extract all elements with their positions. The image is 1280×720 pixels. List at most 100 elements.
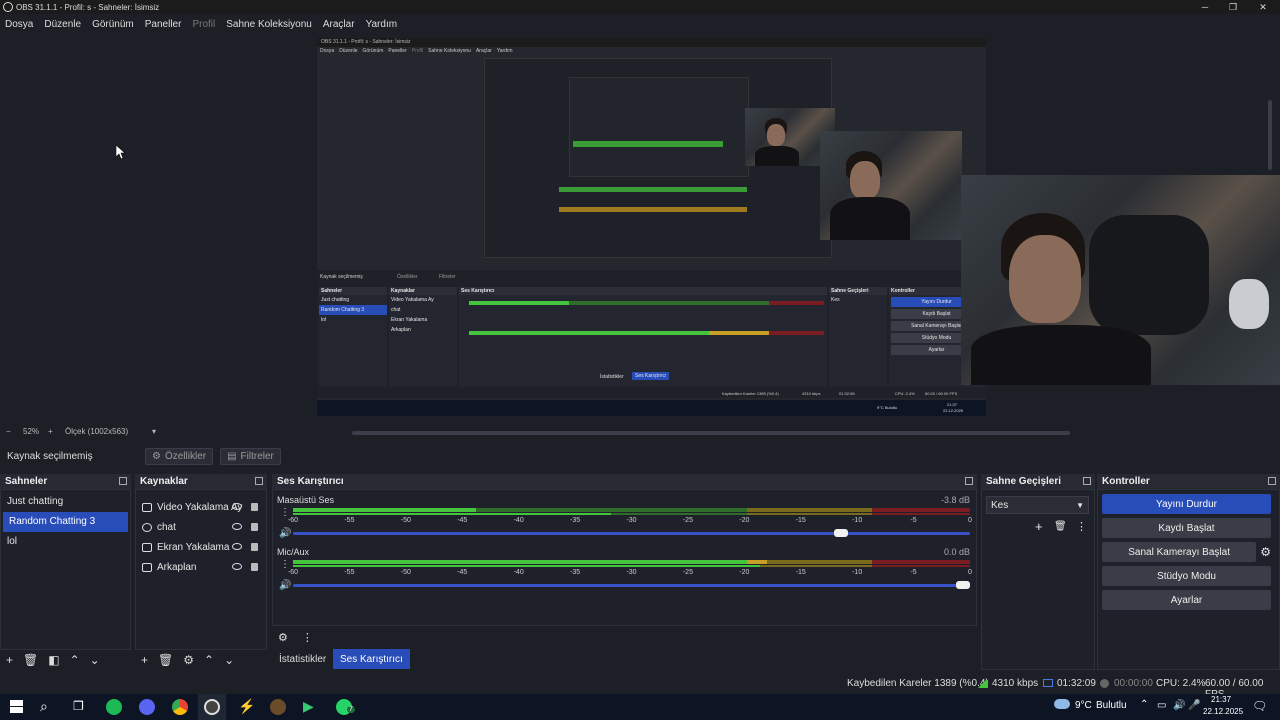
volume-icon[interactable]: 🔊 xyxy=(1173,700,1185,711)
volume-slider[interactable] xyxy=(293,529,970,537)
move-up-icon[interactable]: ⌃ xyxy=(70,653,80,667)
preview-scrollbar[interactable] xyxy=(352,431,1070,435)
advanced-audio-icon[interactable]: ⚙ xyxy=(278,631,288,644)
bitrate: 4310 kbps xyxy=(992,678,1039,689)
start-recording-button[interactable]: Kaydı Başlat xyxy=(1102,518,1271,538)
scene-filters-icon[interactable]: ◧ xyxy=(48,653,59,667)
meter-tick-label: -35 xyxy=(570,517,581,524)
scale-dropdown-icon[interactable]: ▾ xyxy=(152,427,156,436)
virtual-camera-settings-icon[interactable]: ⚙ xyxy=(1260,545,1271,559)
scene-transitions-dock: Sahne Geçişleri Kes ▼ + 🗑 ⋮ xyxy=(981,474,1095,670)
remove-scene-icon[interactable]: 🗑 xyxy=(23,653,38,667)
task-view-icon[interactable]: ❐ xyxy=(73,699,84,713)
menu-view[interactable]: Görünüm xyxy=(92,19,134,30)
lock-icon[interactable] xyxy=(251,563,258,571)
weather-temp[interactable]: 9°C xyxy=(1075,700,1092,711)
network-icon[interactable]: ▭ xyxy=(1157,700,1166,711)
undock-icon[interactable] xyxy=(1268,477,1276,485)
app-icon[interactable] xyxy=(270,699,286,715)
tab-stats[interactable]: İstatistikler xyxy=(272,649,333,669)
minimize-button[interactable]: ─ xyxy=(1190,0,1220,14)
visibility-eye-icon[interactable] xyxy=(232,543,242,550)
windows-start-icon[interactable] xyxy=(10,700,23,713)
volume-slider-knob[interactable] xyxy=(834,529,849,537)
search-icon[interactable]: ⌕ xyxy=(40,698,48,715)
source-item[interactable]: Video Yakalama Ay xyxy=(136,497,266,517)
volume-slider[interactable] xyxy=(293,581,970,589)
lock-icon[interactable] xyxy=(251,503,258,511)
filters-button[interactable]: ▤ Filtreler xyxy=(220,447,281,465)
studio-mode-button[interactable]: Stüdyo Modu xyxy=(1102,566,1271,586)
menu-edit[interactable]: Düzenle xyxy=(44,19,81,30)
clock-time[interactable]: 21:37 xyxy=(1211,695,1231,704)
weather-cloud-icon[interactable] xyxy=(1054,699,1070,709)
transition-menu-icon[interactable]: ⋮ xyxy=(1076,520,1087,533)
menu-docks[interactable]: Paneller xyxy=(145,19,182,30)
source-item[interactable]: Arkaplan xyxy=(136,557,266,577)
zoom-out-button[interactable]: − xyxy=(6,427,11,436)
scene-item[interactable]: lol xyxy=(1,532,130,552)
menu-scene-collection[interactable]: Sahne Koleksiyonu xyxy=(226,19,312,30)
lock-icon[interactable] xyxy=(251,543,258,551)
source-item[interactable]: chat xyxy=(136,517,266,537)
maximize-button[interactable]: ❐ xyxy=(1218,0,1248,14)
visibility-eye-icon[interactable] xyxy=(232,523,242,530)
add-source-icon[interactable]: + xyxy=(141,653,148,667)
remove-source-icon[interactable]: 🗑 xyxy=(158,653,173,667)
source-item[interactable]: Ekran Yakalama xyxy=(136,537,266,557)
chrome-icon[interactable] xyxy=(172,699,188,715)
speaker-icon[interactable]: 🔊 xyxy=(279,580,291,591)
menu-tools[interactable]: Araçlar xyxy=(323,19,355,30)
scene-item-selected[interactable]: Random Chatting 3 xyxy=(3,512,128,532)
add-scene-icon[interactable]: + xyxy=(6,653,13,667)
volume-slider-knob[interactable] xyxy=(956,581,970,589)
scenes-list: Just chatting Random Chatting 3 lol xyxy=(0,489,131,650)
stop-streaming-button[interactable]: Yayını Durdur xyxy=(1102,494,1271,514)
move-down-icon[interactable]: ⌄ xyxy=(224,653,234,667)
start-virtual-camera-button[interactable]: Sanal Kamerayı Başlat xyxy=(1102,542,1257,562)
tab-audio-mixer[interactable]: Ses Karıştırıcı xyxy=(333,649,410,669)
undock-icon[interactable] xyxy=(119,477,127,485)
zoom-percent: 52% xyxy=(23,427,40,436)
move-up-icon[interactable]: ⌃ xyxy=(204,653,214,667)
settings-button[interactable]: Ayarlar xyxy=(1102,590,1271,610)
sources-toolbar: + 🗑 ⚙ ⌃ ⌄ xyxy=(135,650,267,670)
zoom-in-button[interactable]: + xyxy=(48,427,53,436)
lock-icon[interactable] xyxy=(251,523,258,531)
close-button[interactable]: ✕ xyxy=(1248,0,1278,14)
undock-icon[interactable] xyxy=(965,477,973,485)
meter-tick-label: -55 xyxy=(344,569,355,576)
menu-profile[interactable]: Profil xyxy=(192,19,215,30)
weather-desc[interactable]: Bulutlu xyxy=(1096,700,1127,711)
undock-icon[interactable] xyxy=(255,477,263,485)
chevron-up-icon[interactable]: ⌃ xyxy=(1140,699,1148,710)
meter-tick-label: -30 xyxy=(626,569,637,576)
image-icon xyxy=(142,562,152,572)
microphone-icon[interactable]: 🎤 xyxy=(1188,700,1200,711)
notifications-icon[interactable]: 🗨 xyxy=(1252,699,1267,713)
mini-sources: Kaynaklar Video Yakalama Ay chat Ekran Y… xyxy=(389,287,457,387)
speaker-icon[interactable]: 🔊 xyxy=(279,528,291,539)
move-down-icon[interactable]: ⌄ xyxy=(90,653,100,667)
source-properties-icon[interactable]: ⚙ xyxy=(183,653,194,667)
app-bolt-icon[interactable]: ⚡ xyxy=(238,698,255,715)
menu-file[interactable]: Dosya xyxy=(5,19,33,30)
remove-transition-icon[interactable]: 🗑 xyxy=(1054,521,1067,532)
scene-item[interactable]: Just chatting xyxy=(1,492,130,512)
undock-icon[interactable] xyxy=(1083,477,1091,485)
mixer-menu-icon[interactable]: ⋮ xyxy=(302,631,313,644)
spotify-icon[interactable] xyxy=(106,699,122,715)
menu-help[interactable]: Yardım xyxy=(366,19,398,30)
status-bar: Kaybedilen Kareler 1389 (%0.4) 4310 kbps… xyxy=(0,675,1280,700)
visibility-eye-icon[interactable] xyxy=(232,503,242,510)
add-transition-icon[interactable]: + xyxy=(1035,519,1043,534)
dropped-frames: Kaybedilen Kareler 1389 (%0.4) xyxy=(847,678,989,689)
clock-date[interactable]: 22.12.2025 xyxy=(1203,707,1243,716)
properties-button[interactable]: ⚙ Özellikler xyxy=(145,447,214,465)
app-play-icon[interactable]: ▶ xyxy=(303,698,314,715)
preview-vscrollbar[interactable] xyxy=(1268,100,1272,170)
discord-icon[interactable] xyxy=(139,699,155,715)
visibility-eye-icon[interactable] xyxy=(232,563,242,570)
channel-name: Masaüstü Ses xyxy=(277,495,335,505)
transition-select[interactable]: Kes ▼ xyxy=(986,496,1089,514)
